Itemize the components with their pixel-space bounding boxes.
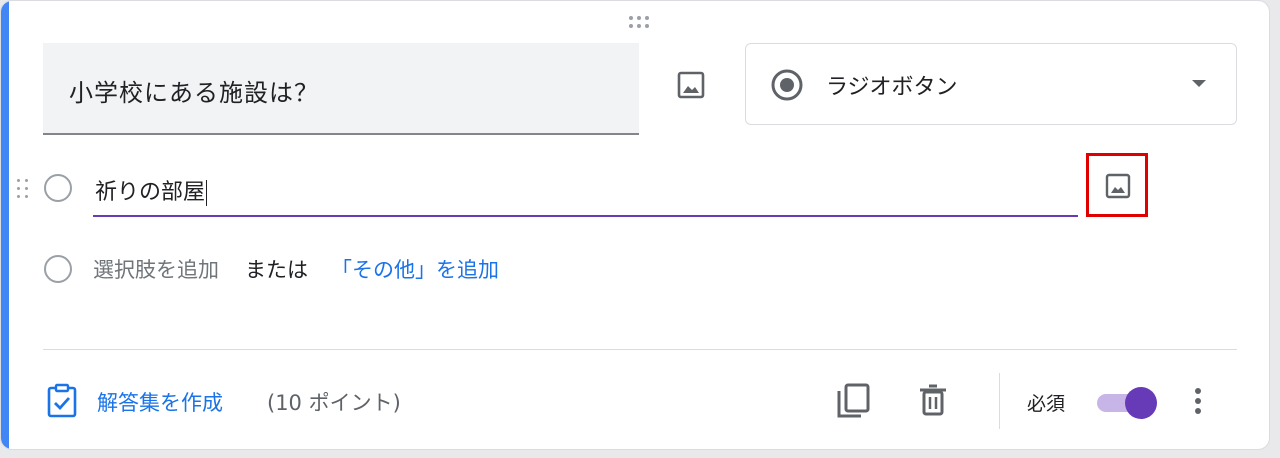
add-option-link[interactable]: 選択肢を追加 bbox=[93, 254, 219, 284]
option-text: 祈りの部屋 bbox=[95, 180, 208, 206]
add-question-image-button[interactable] bbox=[671, 65, 711, 105]
option-radio-icon bbox=[44, 174, 72, 202]
footer-divider bbox=[43, 349, 1237, 350]
more-options-button[interactable] bbox=[1185, 383, 1211, 421]
option-drag-handle-icon[interactable] bbox=[17, 179, 33, 203]
add-option-radio-icon bbox=[44, 255, 72, 283]
chevron-down-icon bbox=[1192, 80, 1206, 87]
trash-icon bbox=[920, 384, 946, 416]
answer-key-icon bbox=[47, 383, 77, 418]
answer-key-label: 解答集を作成 bbox=[97, 391, 223, 415]
add-other-link[interactable]: 「その他」を追加 bbox=[331, 254, 499, 284]
question-type-label: ラジオボタン bbox=[826, 75, 958, 100]
points-label: (10 ポイント) bbox=[267, 391, 401, 415]
add-option-row: 選択肢を追加 または 「その他」を追加 bbox=[43, 249, 743, 289]
active-accent-bar bbox=[1, 1, 9, 449]
radio-button-icon bbox=[771, 69, 803, 101]
question-title-input[interactable]: 小学校にある施設は？ bbox=[43, 43, 639, 135]
text-cursor bbox=[206, 180, 208, 206]
footer-separator bbox=[999, 373, 1000, 429]
drag-handle-icon[interactable] bbox=[629, 16, 655, 30]
question-card: 小学校にある施設は？ ラジオボタン 祈りの部屋 選択肢を追加 または 「その他」… bbox=[0, 0, 1270, 450]
required-label: 必須 bbox=[1027, 393, 1066, 415]
add-option-image-button[interactable] bbox=[1086, 153, 1148, 217]
copy-icon bbox=[837, 383, 870, 418]
image-icon bbox=[1105, 173, 1131, 199]
option-row: 祈りの部屋 bbox=[17, 161, 1167, 221]
duplicate-button[interactable] bbox=[833, 381, 873, 421]
required-toggle[interactable] bbox=[1097, 387, 1161, 419]
delete-button[interactable] bbox=[913, 381, 953, 421]
or-text: または bbox=[245, 258, 308, 282]
toggle-knob bbox=[1125, 387, 1157, 419]
question-title-text: 小学校にある施設は？ bbox=[69, 79, 319, 107]
option-text-input[interactable]: 祈りの部屋 bbox=[93, 161, 1078, 217]
more-vert-icon bbox=[1195, 388, 1201, 414]
image-icon bbox=[677, 71, 705, 99]
question-type-dropdown[interactable]: ラジオボタン bbox=[745, 43, 1237, 125]
